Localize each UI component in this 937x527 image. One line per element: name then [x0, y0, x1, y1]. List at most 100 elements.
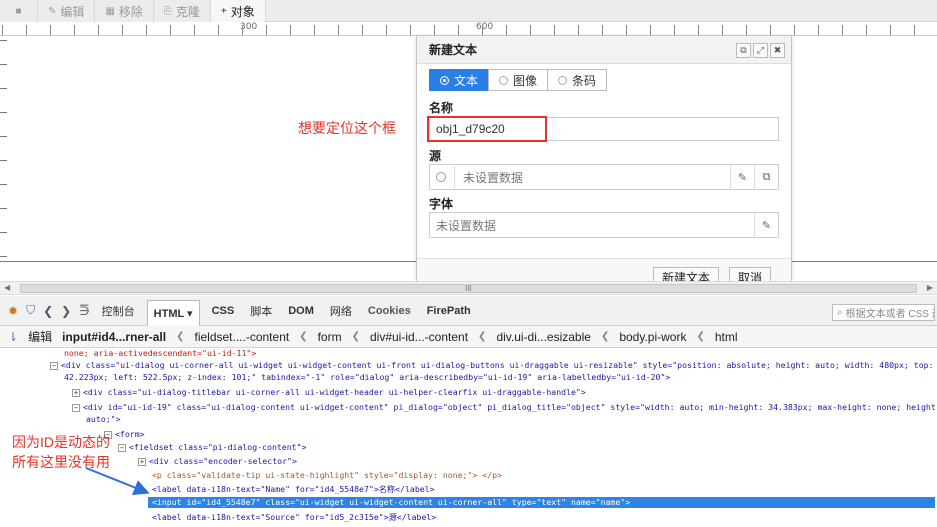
ruler-tick — [698, 25, 699, 35]
code-line[interactable]: <label data-i18n-text="Name" for="id4_55… — [152, 484, 435, 495]
breadcrumb-item[interactable]: div#ui-id...-content — [370, 330, 468, 344]
tab-network[interactable]: 网络 — [326, 300, 356, 322]
breadcrumb-item[interactable]: body.pi-work — [619, 330, 686, 344]
object-type-selector: 文本 图像 条码 — [429, 69, 608, 91]
ruler-tick — [890, 25, 891, 35]
annotation-line-2: 所有这里没有用 — [12, 454, 110, 470]
collapse-icon[interactable]: − — [72, 404, 80, 412]
edit-source-icon[interactable]: ✎ — [730, 165, 754, 189]
expand-icon[interactable]: + — [138, 458, 146, 466]
segment-text[interactable]: 文本 — [429, 69, 490, 91]
ruler-tick — [26, 25, 27, 35]
close-icon[interactable]: ✖ — [770, 43, 785, 58]
code-line[interactable]: − <div id="ui-id-19" class="ui-dialog-con… — [72, 402, 937, 413]
code-line[interactable]: − <fieldset class="pi-dialog-content"> — [118, 442, 306, 453]
code-line[interactable]: <label data-i18n-text="Source" for="id5_… — [152, 512, 436, 523]
ruler-tick — [170, 25, 171, 35]
code-line-selected[interactable]: <input id="id4_5548e7" class="ui-widget … — [148, 497, 935, 508]
maximize-icon[interactable]: ⤢ — [753, 43, 768, 58]
segment-barcode[interactable]: 条码 — [547, 69, 608, 91]
ruler-tick — [770, 25, 771, 35]
collapse-icon[interactable]: − — [118, 444, 126, 452]
radio-icon — [440, 75, 449, 85]
tab-dom[interactable]: DOM — [284, 302, 318, 320]
breadcrumb: ⇂ 编辑 input#id4...rner-all ❮ fieldset....… — [0, 326, 937, 348]
breadcrumb-item[interactable]: input#id4...rner-all — [62, 330, 166, 344]
ruler-tick — [338, 25, 339, 35]
expand-icon[interactable]: + — [72, 389, 80, 397]
inspect-icon[interactable]: ⛉ — [26, 303, 35, 318]
command-line-icon[interactable]: ⋽ — [79, 304, 89, 318]
plus-icon: + — [220, 5, 227, 17]
code-line[interactable]: 42.223px; left: 522.5px; z-index: 101;" … — [64, 372, 670, 383]
tab-firepath[interactable]: FirePath — [423, 302, 475, 320]
ruler-tick — [794, 25, 795, 35]
tab-html[interactable]: HTML ▾ — [146, 299, 200, 328]
ruler-tick — [626, 25, 627, 35]
edit-font-icon[interactable]: ✎ — [754, 213, 778, 237]
chevron-left-icon: ❮ — [351, 331, 360, 342]
ruler-tick — [650, 25, 651, 35]
break-on-mutate-icon[interactable]: ⇂ — [8, 330, 18, 344]
dialog-titlebar[interactable]: 新建文本 — [417, 36, 791, 64]
dialog-footer: 新建文本 取消 — [417, 258, 791, 287]
pencil-icon: ✎ — [48, 5, 57, 17]
square-icon: ■ — [15, 5, 22, 17]
chevron-left-icon: ❮ — [176, 331, 185, 342]
code-line[interactable]: − <div class="ui-dialog ui-corner-all ui-… — [50, 360, 934, 371]
ruler-tick — [362, 25, 363, 35]
search-placeholder: 根据文本或者 CSS 选 — [845, 309, 935, 320]
ruler-tick — [818, 25, 819, 35]
edit-button[interactable]: ✎ 编辑 — [38, 0, 96, 22]
stop-button[interactable]: ■ — [0, 0, 38, 22]
code-line[interactable]: auto;"> — [86, 414, 121, 425]
scrollbar-thumb[interactable]: III — [20, 284, 917, 293]
clone-label: 克隆 — [175, 4, 200, 19]
code-line[interactable]: + <div class="ui-dialog-titlebar ui-corne… — [72, 387, 586, 398]
code-line[interactable]: none; aria-activedescendant="ui-id-11"> — [64, 348, 256, 359]
collapse-icon[interactable]: − — [50, 362, 58, 370]
code-line[interactable]: + <div class="encoder-selector"> — [138, 456, 297, 467]
ruler-tick — [194, 25, 195, 35]
forward-icon[interactable]: ❯ — [61, 304, 71, 318]
scroll-grip: III — [465, 284, 472, 293]
add-object-button[interactable]: + 对象 — [210, 0, 266, 22]
ruler-tick — [2, 25, 3, 35]
back-icon[interactable]: ❮ — [43, 304, 53, 318]
breadcrumb-item[interactable]: html — [715, 330, 738, 344]
scroll-right-icon[interactable]: ▶ — [927, 283, 933, 292]
restore-icon[interactable]: ⧉ — [736, 43, 751, 58]
ruler-tick — [578, 25, 579, 35]
edit-html-button[interactable]: 编辑 — [28, 328, 52, 345]
breadcrumb-item[interactable]: div.ui-di...esizable — [496, 330, 591, 344]
tab-css[interactable]: CSS — [208, 302, 239, 320]
dialog-title: 新建文本 — [429, 43, 478, 57]
horizontal-scrollbar[interactable]: ◀ III ▶ — [0, 281, 937, 295]
code-line[interactable]: − <form> — [104, 429, 145, 440]
segment-image-label: 图像 — [513, 73, 538, 88]
remove-button[interactable]: ▦ 移除 — [95, 0, 154, 22]
code-line[interactable]: <p class="validate-tip ui-state-highligh… — [152, 470, 502, 481]
tab-console[interactable]: 控制台 — [98, 300, 139, 322]
breadcrumb-item[interactable]: form — [318, 330, 342, 344]
source-input[interactable]: 未设置数据 ✎ ⧉ — [429, 164, 779, 190]
scroll-left-icon[interactable]: ◀ — [4, 283, 10, 292]
tab-script[interactable]: 脚本 — [246, 300, 276, 322]
breadcrumb-item[interactable]: fieldset....-content — [194, 330, 289, 344]
annotation-highlight-box — [427, 116, 547, 142]
ruler-tick — [674, 25, 675, 35]
ruler-tick — [722, 25, 723, 35]
ruler-tick — [74, 25, 75, 35]
html-tree-panel: none; aria-activedescendant="ui-id-11"> … — [0, 348, 937, 527]
font-input[interactable]: 未设置数据 ✎ — [429, 212, 779, 238]
ruler-tick — [0, 88, 7, 89]
devtools-search-input[interactable]: ⌕ 根据文本或者 CSS 选 — [832, 304, 935, 321]
source-separator — [454, 166, 455, 188]
link-source-icon[interactable]: ⧉ — [754, 165, 778, 189]
clone-button[interactable]: ⎘ 克隆 — [153, 0, 211, 22]
radio-icon — [558, 75, 568, 85]
annotation-dynamic-id: 因为ID是动态的 所有这里没有用 — [12, 432, 110, 472]
tab-cookies[interactable]: Cookies — [364, 302, 415, 320]
segment-image[interactable]: 图像 — [488, 69, 549, 91]
firebug-icon[interactable]: ✹ — [8, 304, 18, 318]
